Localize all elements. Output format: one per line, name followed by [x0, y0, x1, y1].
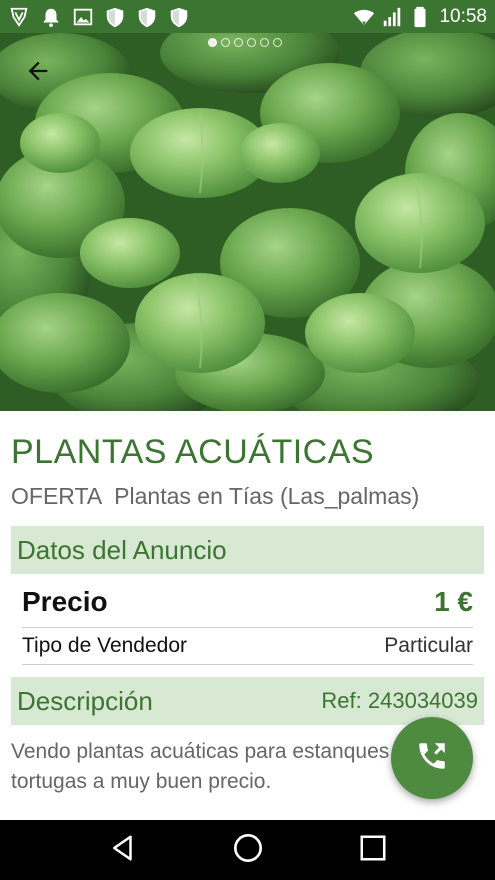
- nav-home-button[interactable]: [228, 830, 268, 870]
- ad-data-header-label: Datos del Anuncio: [17, 534, 227, 565]
- nav-recents-button[interactable]: [353, 830, 393, 870]
- seller-type-row: Tipo de Vendedor Particular: [22, 628, 473, 665]
- circle-home-icon: [232, 832, 264, 869]
- triangle-back-icon: [108, 833, 138, 868]
- signal-icon: [381, 6, 403, 28]
- listing-photo[interactable]: [0, 33, 495, 411]
- call-button[interactable]: [391, 717, 473, 799]
- status-bar: 10:58: [0, 0, 495, 33]
- shield-icon: [168, 6, 190, 28]
- carousel-dot[interactable]: [221, 38, 230, 47]
- price-row: Precio 1 €: [22, 576, 473, 628]
- seller-type-value: Particular: [384, 634, 473, 657]
- seller-type-label: Tipo de Vendedor: [22, 634, 188, 657]
- offer-type: OFERTA: [11, 483, 103, 509]
- battery-icon: [409, 6, 431, 28]
- nav-back-button[interactable]: [103, 830, 143, 870]
- status-left-icons: [8, 6, 190, 28]
- carousel-dot[interactable]: [247, 38, 256, 47]
- reference-number: Ref: 243034039: [321, 688, 478, 713]
- carousel-dots: [208, 38, 282, 47]
- description-header-label: Descripción: [17, 685, 153, 716]
- price-label: Precio: [22, 585, 108, 617]
- carousel-dot[interactable]: [273, 38, 282, 47]
- phone-forward-icon: [415, 739, 449, 778]
- ad-data-header: Datos del Anuncio: [11, 526, 484, 574]
- price-value: 1 €: [434, 585, 473, 617]
- arrow-back-icon: [24, 57, 52, 90]
- image-icon: [72, 6, 94, 28]
- status-right-icons: 10:58: [353, 6, 487, 28]
- listing-location: Plantas en Tías (Las_palmas): [114, 483, 420, 509]
- notification-bell-icon: [40, 6, 62, 28]
- listing-subtitle: OFERTA Plantas en Tías (Las_palmas): [11, 483, 419, 510]
- square-recents-icon: [358, 833, 388, 868]
- description-header: Descripción Ref: 243034039: [11, 677, 484, 725]
- back-button[interactable]: [20, 55, 56, 91]
- status-time: 10:58: [439, 5, 487, 27]
- carousel-dot[interactable]: [234, 38, 243, 47]
- shield-icon: [136, 6, 158, 28]
- listing-title: PLANTAS ACUÁTICAS: [11, 433, 375, 471]
- vpn-shield-icon: [8, 6, 30, 28]
- system-navigation-bar: [0, 820, 495, 880]
- shield-icon: [104, 6, 126, 28]
- wifi-icon: [353, 6, 375, 28]
- carousel-dot[interactable]: [260, 38, 269, 47]
- aquatic-plants-image: [0, 33, 495, 411]
- carousel-dot[interactable]: [208, 38, 217, 47]
